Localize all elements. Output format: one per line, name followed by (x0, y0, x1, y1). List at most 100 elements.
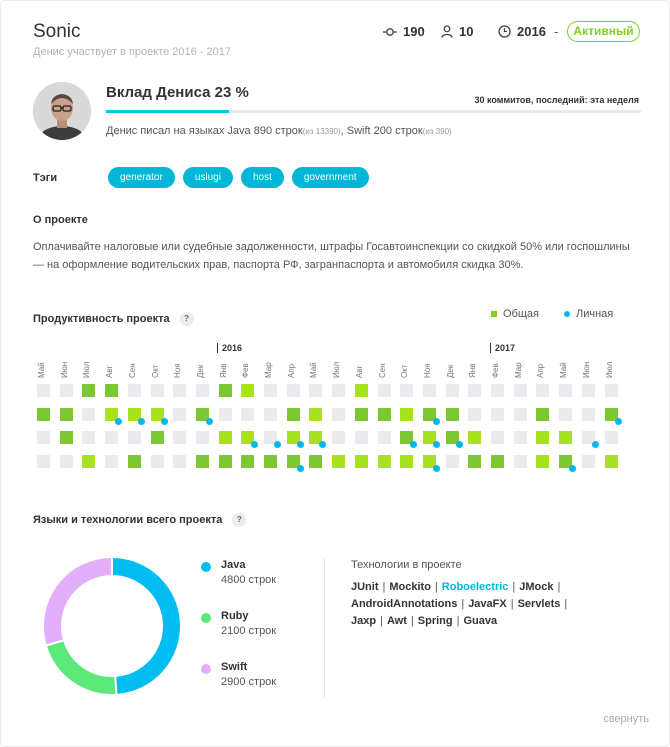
heatmap-cell[interactable] (173, 408, 186, 421)
heatmap-cell[interactable] (605, 431, 618, 444)
heatmap-cell[interactable] (241, 408, 254, 421)
heatmap-cell[interactable] (582, 408, 595, 421)
heatmap-cell[interactable] (400, 408, 413, 421)
heatmap-cell[interactable] (536, 384, 549, 397)
heatmap-cell[interactable] (151, 455, 164, 468)
tech-item[interactable]: Jaxp (351, 615, 376, 627)
heatmap-cell[interactable] (332, 384, 345, 397)
heatmap-cell[interactable] (309, 384, 322, 397)
heatmap-cell[interactable] (309, 408, 322, 421)
heatmap-cell[interactable] (446, 408, 459, 421)
heatmap-cell[interactable] (128, 384, 141, 397)
heatmap-cell[interactable] (60, 384, 73, 397)
heatmap-cell[interactable] (60, 408, 73, 421)
heatmap-cell[interactable] (219, 431, 232, 444)
heatmap-cell[interactable] (491, 408, 504, 421)
heatmap-cell[interactable] (196, 431, 209, 444)
heatmap-cell[interactable] (264, 455, 277, 468)
heatmap-cell[interactable] (219, 408, 232, 421)
heatmap-cell[interactable] (219, 384, 232, 397)
heatmap-cell[interactable] (60, 455, 73, 468)
heatmap-cell[interactable] (196, 455, 209, 468)
heatmap-cell[interactable] (37, 408, 50, 421)
heatmap-cell[interactable] (559, 384, 572, 397)
heatmap-cell[interactable] (468, 455, 481, 468)
heatmap-cell[interactable] (37, 384, 50, 397)
heatmap-cell[interactable] (514, 384, 527, 397)
heatmap-cell[interactable] (491, 384, 504, 397)
tech-item[interactable]: Roboelectric (442, 581, 509, 593)
heatmap-cell[interactable] (128, 431, 141, 444)
heatmap-cell[interactable] (378, 408, 391, 421)
heatmap-cell[interactable] (264, 408, 277, 421)
heatmap-cell[interactable] (400, 384, 413, 397)
tech-item[interactable]: Servlets (518, 598, 561, 610)
heatmap-cell[interactable] (151, 431, 164, 444)
tag-generator[interactable]: generator (108, 167, 175, 188)
heatmap-cell[interactable] (400, 455, 413, 468)
heatmap-cell[interactable] (491, 431, 504, 444)
heatmap-cell[interactable] (536, 431, 549, 444)
collapse-link[interactable]: свернуть (603, 713, 649, 725)
heatmap-cell[interactable] (536, 455, 549, 468)
help-icon[interactable]: ? (232, 513, 247, 527)
heatmap-cell[interactable] (378, 384, 391, 397)
heatmap-cell[interactable] (219, 455, 232, 468)
project-title[interactable]: Sonic (33, 21, 81, 43)
donut-slice-ruby[interactable] (44, 638, 118, 696)
heatmap-cell[interactable] (491, 455, 504, 468)
heatmap-cell[interactable] (60, 431, 73, 444)
tech-item[interactable]: Spring (418, 615, 453, 627)
tech-item[interactable]: Guava (463, 615, 497, 627)
heatmap-cell[interactable] (582, 384, 595, 397)
tech-item[interactable]: JMock (519, 581, 553, 593)
heatmap-cell[interactable] (287, 408, 300, 421)
heatmap-cell[interactable] (241, 455, 254, 468)
heatmap-cell[interactable] (446, 455, 459, 468)
heatmap-cell[interactable] (355, 431, 368, 444)
heatmap-cell[interactable] (514, 431, 527, 444)
heatmap-cell[interactable] (332, 431, 345, 444)
help-icon[interactable]: ? (179, 312, 194, 326)
heatmap-cell[interactable] (105, 455, 118, 468)
heatmap-cell[interactable] (196, 384, 209, 397)
heatmap-cell[interactable] (332, 408, 345, 421)
heatmap-cell[interactable] (468, 384, 481, 397)
heatmap-cell[interactable] (37, 455, 50, 468)
heatmap-cell[interactable] (37, 431, 50, 444)
tag-government[interactable]: government (291, 167, 369, 188)
heatmap-cell[interactable] (355, 455, 368, 468)
heatmap-cell[interactable] (151, 384, 164, 397)
tag-uslugi[interactable]: uslugi (182, 167, 233, 188)
heatmap-cell[interactable] (82, 408, 95, 421)
heatmap-cell[interactable] (287, 384, 300, 397)
heatmap-cell[interactable] (332, 455, 345, 468)
heatmap-cell[interactable] (128, 455, 141, 468)
heatmap-cell[interactable] (514, 408, 527, 421)
heatmap-cell[interactable] (605, 384, 618, 397)
heatmap-cell[interactable] (378, 431, 391, 444)
heatmap-cell[interactable] (582, 455, 595, 468)
heatmap-cell[interactable] (105, 431, 118, 444)
heatmap-cell[interactable] (423, 384, 436, 397)
donut-slice-java[interactable] (111, 555, 182, 696)
tech-item[interactable]: Mockito (389, 581, 431, 593)
heatmap-cell[interactable] (241, 384, 254, 397)
tech-item[interactable]: JUnit (351, 581, 379, 593)
heatmap-cell[interactable] (559, 431, 572, 444)
tech-item[interactable]: JavaFX (468, 598, 507, 610)
heatmap-cell[interactable] (468, 408, 481, 421)
heatmap-cell[interactable] (559, 408, 572, 421)
tech-item[interactable]: Awt (387, 615, 407, 627)
heatmap-cell[interactable] (446, 384, 459, 397)
tech-item[interactable]: AndroidAnnotations (351, 598, 457, 610)
heatmap-cell[interactable] (82, 384, 95, 397)
heatmap-cell[interactable] (173, 431, 186, 444)
heatmap-cell[interactable] (514, 455, 527, 468)
heatmap-cell[interactable] (82, 455, 95, 468)
heatmap-cell[interactable] (355, 408, 368, 421)
heatmap-cell[interactable] (309, 455, 322, 468)
heatmap-cell[interactable] (173, 384, 186, 397)
tag-host[interactable]: host (240, 167, 284, 188)
heatmap-cell[interactable] (105, 384, 118, 397)
